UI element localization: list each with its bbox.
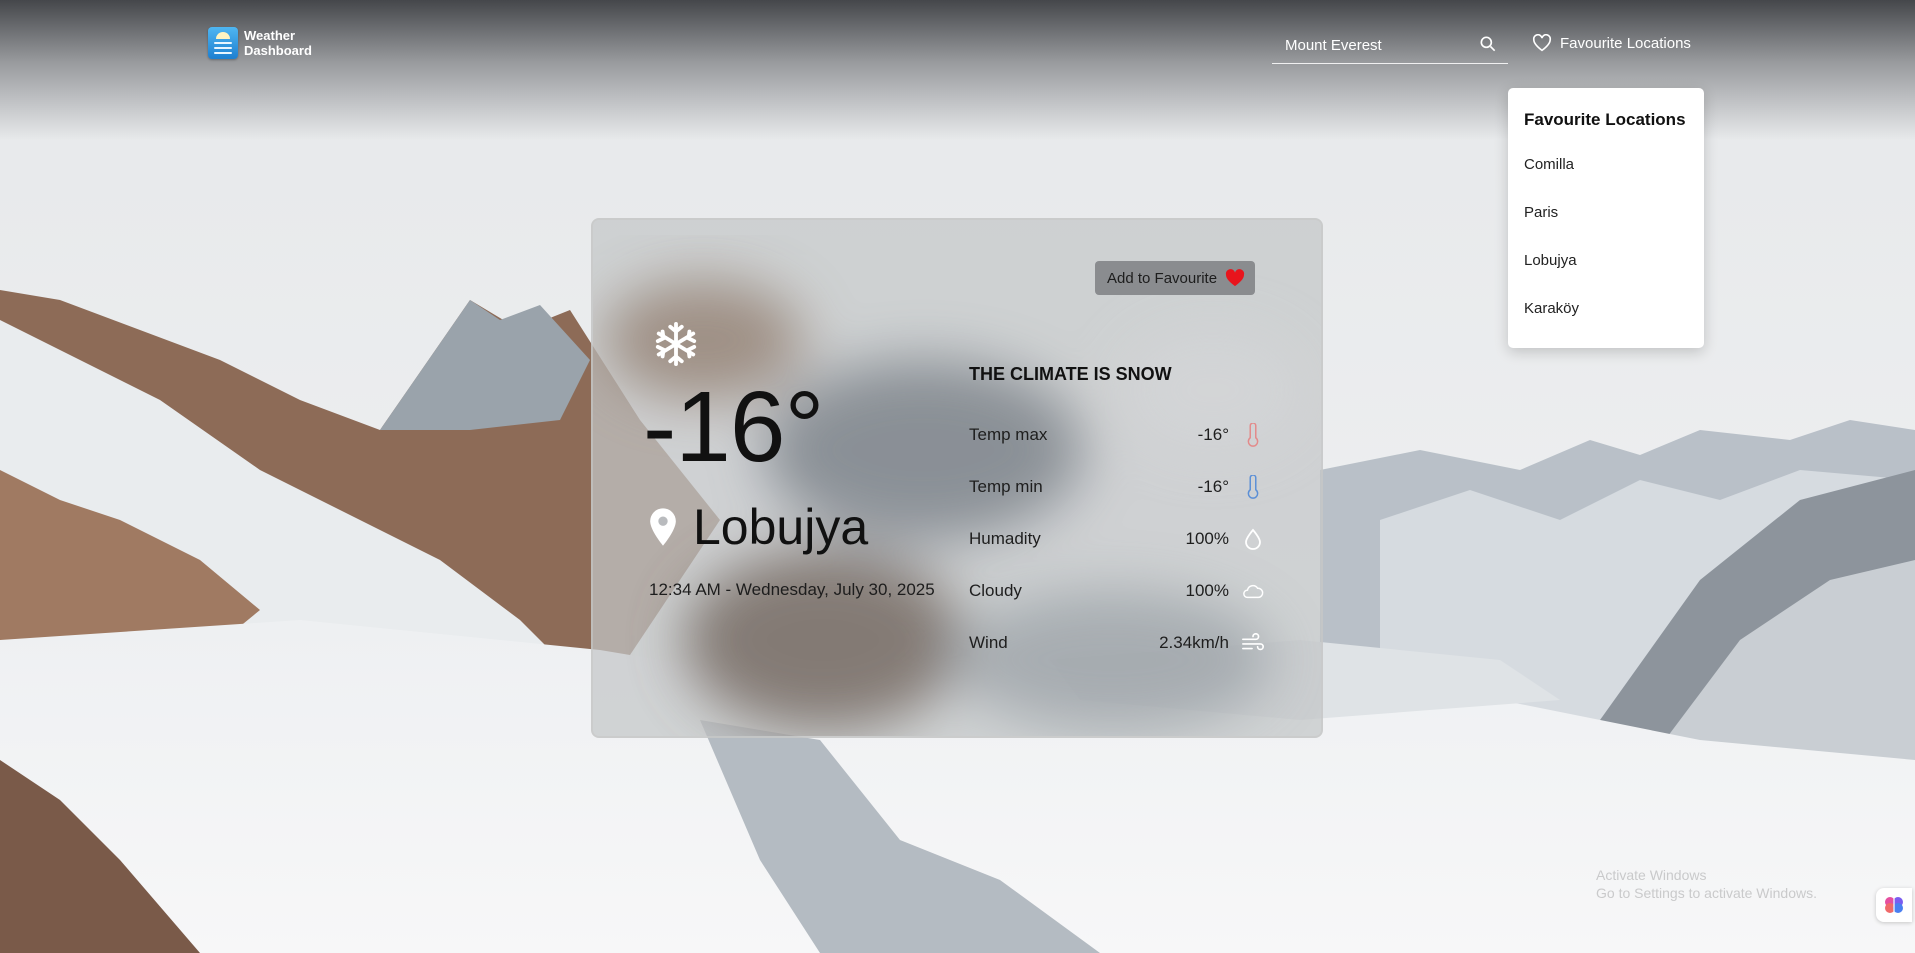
favourite-locations-link[interactable]: Favourite Locations	[1532, 34, 1691, 52]
stat-label: Humadity	[969, 529, 1041, 548]
add-to-favourite-button[interactable]: Add to Favourite	[1095, 261, 1256, 295]
favourite-item[interactable]: Lobujya	[1524, 252, 1579, 300]
cloud-icon	[1241, 579, 1265, 603]
dropdown-title: Favourite Locations	[1524, 110, 1686, 129]
stat-value: -16°	[1197, 477, 1229, 496]
location-display: Lobujya	[649, 498, 868, 556]
stat-row-humidity: Humadity 100%	[969, 524, 1265, 554]
date-time: 12:34 AM - Wednesday, July 30, 2025	[649, 580, 935, 599]
current-temperature: -16°	[643, 371, 825, 483]
activate-line2: Go to Settings to activate Windows.	[1596, 885, 1817, 901]
activate-line1: Activate Windows	[1596, 867, 1707, 883]
weather-app-icon	[208, 27, 238, 59]
heart-outline-icon	[1532, 34, 1552, 52]
favourite-item[interactable]: Comilla	[1524, 156, 1579, 204]
search-input[interactable]	[1283, 33, 1467, 57]
app-title: Weather Dashboard	[244, 28, 324, 58]
location-pin-icon	[650, 508, 676, 546]
app-logo[interactable]: Weather Dashboard	[208, 27, 324, 59]
favourite-item[interactable]: Karaköy	[1524, 300, 1579, 348]
activate-windows-watermark: Activate Windows Go to Settings to activ…	[1596, 866, 1817, 902]
brain-icon	[1885, 897, 1903, 913]
stat-row-wind: Wind 2.34km/h	[969, 628, 1265, 658]
favourite-item[interactable]: Paris	[1524, 204, 1579, 252]
stat-label: Wind	[969, 633, 1008, 652]
droplet-icon	[1241, 527, 1265, 551]
stat-row-temp-min: Temp min -16°	[969, 472, 1265, 502]
snowflake-icon	[655, 321, 697, 367]
wind-icon	[1241, 631, 1265, 655]
stat-value: 100%	[1185, 529, 1229, 548]
favourites-dropdown: Favourite Locations Comilla Paris Lobujy…	[1508, 88, 1704, 348]
stat-value: -16°	[1197, 425, 1229, 444]
stat-label: Temp max	[969, 425, 1048, 444]
assistant-floating-button[interactable]	[1876, 888, 1912, 922]
stat-value: 100%	[1185, 581, 1229, 600]
favourite-locations-label: Favourite Locations	[1560, 34, 1691, 52]
thermometer-hot-icon	[1241, 423, 1265, 447]
stat-label: Temp min	[969, 477, 1043, 496]
climate-heading: THE CLIMATE IS SNOW	[969, 364, 1172, 384]
weather-card: Add to Favourite -16° Lobujya 12:34 AM -…	[591, 218, 1323, 738]
search-icon[interactable]	[1478, 34, 1498, 54]
app-title-line1: Weather	[244, 28, 296, 43]
heart-filled-icon	[1225, 269, 1245, 287]
stat-value: 2.34km/h	[1159, 633, 1229, 652]
stat-label: Cloudy	[969, 581, 1022, 600]
app-title-line2: Dashboard	[244, 43, 312, 58]
search-bar[interactable]	[1272, 29, 1508, 64]
location-name: Lobujya	[693, 499, 869, 555]
thermometer-cold-icon	[1241, 475, 1265, 499]
stat-row-cloudy: Cloudy 100%	[969, 576, 1265, 606]
add-to-favourite-label: Add to Favourite	[1107, 269, 1218, 287]
stat-row-temp-max: Temp max -16°	[969, 420, 1265, 450]
